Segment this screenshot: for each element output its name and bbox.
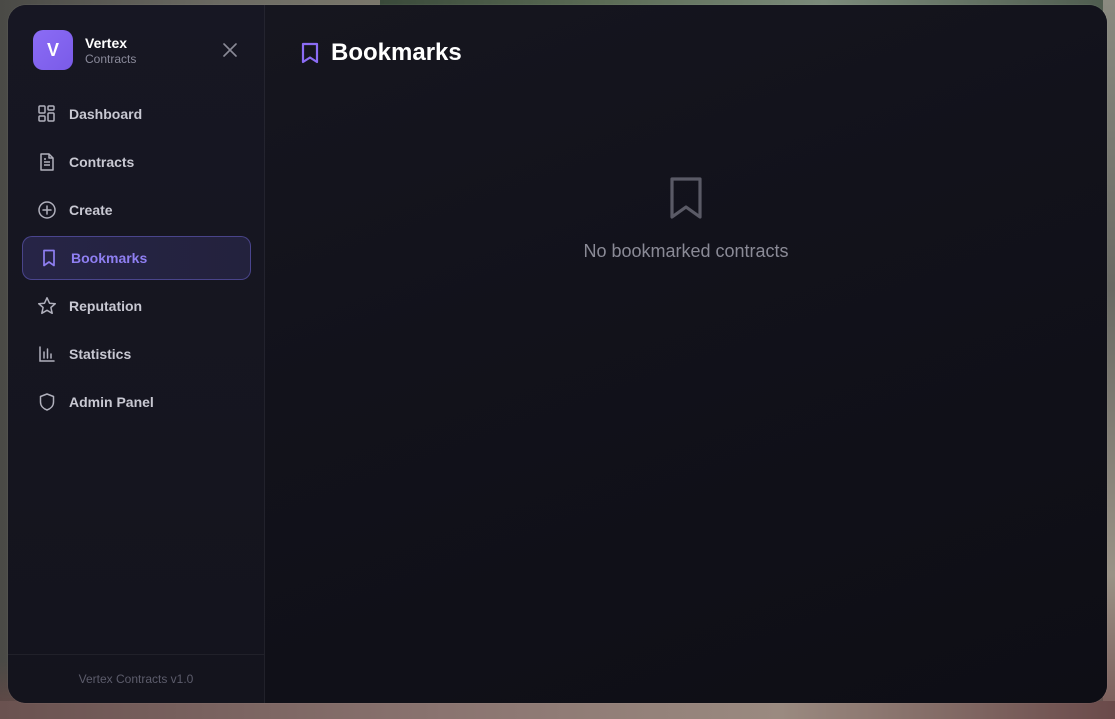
brand-name: Vertex	[85, 34, 128, 51]
brand-text: Vertex Contracts	[85, 34, 136, 67]
brand: V Vertex Contracts	[33, 30, 136, 70]
sidebar-item-label: Bookmarks	[71, 250, 148, 266]
sidebar-item-dashboard[interactable]: Dashboard	[22, 92, 251, 136]
game-background-bottom	[0, 701, 1115, 719]
page-title: Bookmarks	[331, 39, 462, 66]
page-header: Bookmarks	[299, 39, 462, 67]
sidebar-item-statistics[interactable]: Statistics	[22, 332, 251, 376]
sidebar-item-reputation[interactable]: Reputation	[22, 284, 251, 328]
sidebar-item-create[interactable]: Create	[22, 188, 251, 232]
close-button[interactable]	[221, 41, 239, 59]
sidebar-nav: Dashboard Contracts Create Bookmarks Rep…	[22, 92, 251, 428]
version-text: Vertex Contracts v1.0	[78, 672, 194, 686]
version-footer: Vertex Contracts v1.0	[8, 654, 264, 703]
contracts-window: V Vertex Contracts Dashboard Contracts C…	[8, 5, 1107, 703]
star-icon	[37, 296, 57, 316]
sidebar-item-label: Create	[69, 202, 113, 218]
brand-subtitle: Contracts	[85, 51, 137, 66]
main-content: Bookmarks No bookmarked contracts	[265, 5, 1107, 703]
sidebar-item-admin-panel[interactable]: Admin Panel	[22, 380, 251, 424]
bar-chart-icon	[37, 344, 57, 364]
close-icon	[223, 43, 237, 57]
plus-circle-icon	[37, 200, 57, 220]
sidebar: V Vertex Contracts Dashboard Contracts C…	[8, 5, 265, 703]
sidebar-item-contracts[interactable]: Contracts	[22, 140, 251, 184]
sidebar-item-label: Admin Panel	[69, 394, 154, 410]
sidebar-item-label: Statistics	[69, 346, 132, 362]
document-icon	[37, 152, 57, 172]
empty-state: No bookmarked contracts	[265, 175, 1107, 262]
bookmark-icon	[301, 42, 319, 64]
empty-message: No bookmarked contracts	[583, 241, 789, 261]
sidebar-item-label: Contracts	[69, 154, 135, 170]
shield-icon	[37, 392, 57, 412]
bookmark-icon	[39, 248, 59, 268]
sidebar-item-bookmarks[interactable]: Bookmarks	[22, 236, 251, 280]
sidebar-item-label: Dashboard	[69, 106, 143, 122]
bookmark-icon	[670, 177, 702, 219]
brand-logo: V	[33, 30, 73, 70]
dashboard-icon	[37, 104, 57, 124]
sidebar-item-label: Reputation	[69, 298, 143, 314]
